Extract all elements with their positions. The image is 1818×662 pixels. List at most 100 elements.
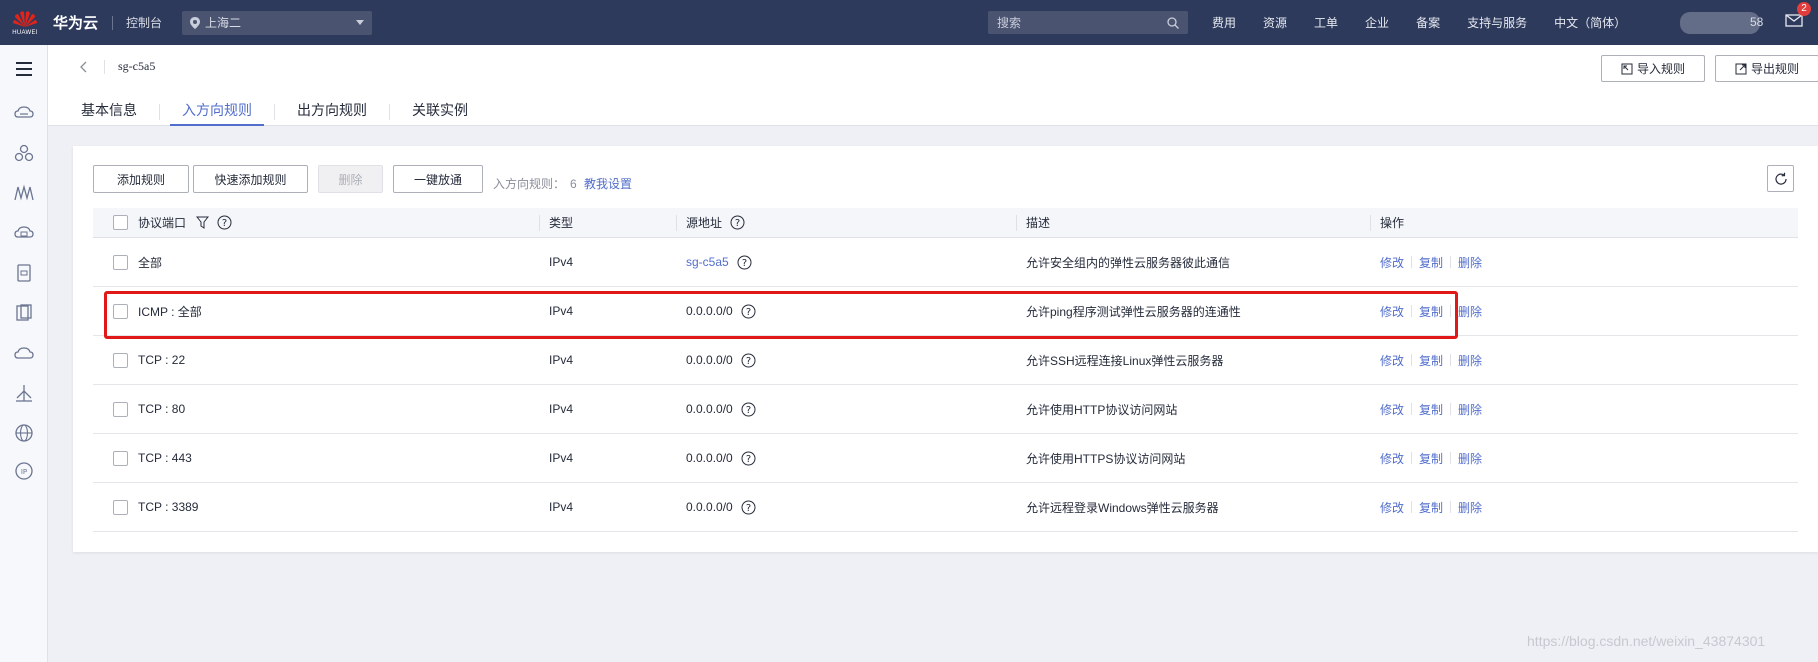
cell-source-value[interactable]: sg-c5a5 [686, 255, 729, 269]
cell-actions: 修改 复制 删除 [1380, 385, 1482, 433]
help-icon[interactable]: ? [217, 215, 232, 230]
header-port-label: 协议端口 [138, 216, 187, 230]
tab-associated-instances[interactable]: 关联实例 [400, 97, 480, 126]
copy-link[interactable]: 复制 [1419, 450, 1443, 467]
cloud-server-icon[interactable] [12, 101, 36, 125]
refresh-button[interactable] [1767, 165, 1794, 192]
nav-support[interactable]: 支持与服务 [1467, 14, 1527, 31]
cluster-icon[interactable] [12, 141, 36, 165]
add-rule-button[interactable]: 添加规则 [93, 165, 189, 193]
console-link[interactable]: 控制台 [126, 14, 162, 31]
region-selector[interactable]: 上海二 [182, 10, 373, 35]
delete-link[interactable]: 删除 [1458, 450, 1482, 467]
cell-port: TCP : 443 [138, 451, 192, 465]
nav-language[interactable]: 中文（简体） [1554, 14, 1626, 31]
divider [1016, 215, 1017, 231]
rule-count-label: 入方向规则： [493, 177, 566, 191]
page-title: sg-c5a5 [118, 59, 156, 73]
cell-type: IPv4 [549, 402, 574, 416]
select-all-checkbox[interactable] [113, 215, 128, 230]
nav-icp[interactable]: 备案 [1416, 14, 1440, 31]
help-icon[interactable]: ? [741, 402, 756, 417]
database-icon[interactable] [12, 221, 36, 245]
cell-port: TCP : 80 [138, 402, 186, 416]
allow-all-button[interactable]: 一键放通 [393, 165, 483, 193]
image-icon[interactable] [12, 301, 36, 325]
tab-outbound-rules[interactable]: 出方向规则 [285, 97, 379, 126]
import-icon [1621, 63, 1633, 74]
cell-type: IPv4 [549, 451, 574, 465]
cell-source: 0.0.0.0/0? [686, 385, 756, 433]
modify-link[interactable]: 修改 [1380, 254, 1404, 271]
row-checkbox[interactable] [113, 255, 128, 270]
row-checkbox[interactable] [113, 451, 128, 466]
nav-enterprise[interactable]: 企业 [1365, 14, 1389, 31]
brand-name[interactable]: 华为云 [53, 12, 98, 33]
copy-link[interactable]: 复制 [1419, 352, 1443, 369]
delete-link[interactable]: 删除 [1458, 499, 1482, 516]
import-rules-label: 导入规则 [1636, 62, 1685, 76]
divider [1411, 354, 1413, 366]
cell-type: IPv4 [549, 353, 574, 367]
copy-link[interactable]: 复制 [1419, 499, 1443, 516]
help-icon[interactable]: ? [737, 255, 752, 270]
quick-add-rule-button[interactable]: 快速添加规则 [193, 165, 308, 193]
delete-link[interactable]: 删除 [1458, 254, 1482, 271]
huawei-logo-icon [13, 11, 37, 27]
svg-text:?: ? [222, 218, 227, 229]
user-name[interactable]: 58 [1750, 15, 1763, 29]
delete-link[interactable]: 删除 [1458, 303, 1482, 320]
nav-resources[interactable]: 资源 [1263, 14, 1287, 31]
modify-link[interactable]: 修改 [1380, 450, 1404, 467]
delete-button[interactable]: 删除 [318, 165, 383, 193]
help-icon[interactable]: ? [741, 353, 756, 368]
svg-text:?: ? [746, 454, 751, 465]
divider [112, 15, 114, 30]
huawei-logo[interactable]: HUAWEI [0, 0, 50, 45]
cell-source-value: 0.0.0.0/0 [686, 451, 733, 465]
search-input[interactable]: 搜索 [988, 11, 1188, 34]
copy-link[interactable]: 复制 [1419, 254, 1443, 271]
menu-icon[interactable] [12, 57, 36, 81]
export-rules-button[interactable]: 导出规则 [1715, 55, 1818, 82]
cell-port: 全部 [138, 255, 163, 270]
back-arrow-icon[interactable] [78, 60, 90, 74]
import-rules-button[interactable]: 导入规则 [1601, 55, 1705, 82]
divider [1450, 501, 1452, 513]
globe-icon[interactable] [12, 421, 36, 445]
export-rules-label: 导出规则 [1750, 62, 1799, 76]
modify-link[interactable]: 修改 [1380, 352, 1404, 369]
avatar[interactable] [1680, 12, 1760, 34]
vpn-icon[interactable] [12, 381, 36, 405]
storage-icon[interactable] [12, 261, 36, 285]
delete-link[interactable]: 删除 [1458, 401, 1482, 418]
modify-link[interactable]: 修改 [1380, 401, 1404, 418]
header-source: 源地址 ? [686, 208, 745, 237]
cell-type: IPv4 [549, 255, 574, 269]
cell-type: IPv4 [549, 500, 574, 514]
row-checkbox[interactable] [113, 500, 128, 515]
eip-icon[interactable]: IP [12, 459, 36, 483]
refresh-icon [1774, 172, 1787, 185]
help-icon[interactable]: ? [741, 500, 756, 515]
tab-inbound-rules[interactable]: 入方向规则 [170, 97, 264, 126]
row-checkbox[interactable] [113, 402, 128, 417]
modify-link[interactable]: 修改 [1380, 499, 1404, 516]
nav-tickets[interactable]: 工单 [1314, 14, 1338, 31]
row-checkbox[interactable] [113, 353, 128, 368]
region-label: 上海二 [205, 16, 242, 30]
copy-link[interactable]: 复制 [1419, 401, 1443, 418]
delete-link[interactable]: 删除 [1458, 352, 1482, 369]
nav-billing[interactable]: 费用 [1212, 14, 1236, 31]
search-icon[interactable] [1167, 16, 1179, 29]
tab-basic-info[interactable]: 基本信息 [69, 97, 149, 126]
help-link[interactable]: 教我设置 [584, 175, 632, 192]
divider [389, 104, 390, 120]
export-icon [1735, 63, 1747, 74]
filter-icon[interactable] [196, 216, 210, 229]
help-icon[interactable]: ? [730, 215, 745, 230]
cloud-icon[interactable] [12, 341, 36, 365]
monitor-icon[interactable] [12, 181, 36, 205]
help-icon[interactable]: ? [741, 451, 756, 466]
svg-text:?: ? [746, 503, 751, 514]
